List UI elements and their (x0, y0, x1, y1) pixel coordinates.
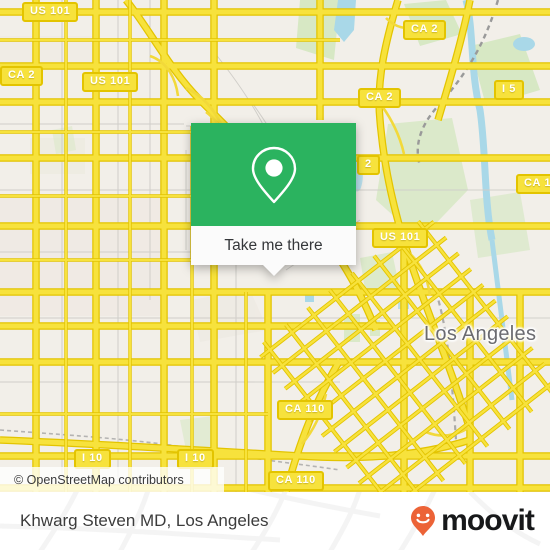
highway-shield: CA 2 (403, 20, 447, 40)
attribution-text: © OpenStreetMap contributors (14, 472, 184, 487)
map-city-label: Los Angeles (424, 323, 537, 345)
highway-shield: CA 110 (277, 400, 333, 420)
highway-shield: US 101 (82, 72, 139, 92)
location-popup-card[interactable]: Take me there (191, 123, 356, 276)
popup-pointer-tail (262, 265, 285, 276)
highway-shield: CA 2 (0, 66, 44, 86)
highway-shield: I 10 (74, 449, 111, 469)
moovit-logo[interactable]: moovit (406, 504, 535, 538)
highway-shield: US 101 (22, 2, 79, 22)
screenshot-root: Los Angeles US 101 CA 2 CA 2 US 101 CA 2 I 5 2… (0, 0, 550, 550)
popup-pin-area (191, 123, 356, 226)
take-me-there-label: Take me there (224, 236, 323, 254)
highway-shield: US 101 (372, 228, 429, 248)
popup-action-bar[interactable]: Take me there (191, 226, 356, 265)
highway-shield: I 10 (177, 449, 214, 469)
page-title: Khwarg Steven MD, Los Angeles (20, 511, 269, 530)
highway-shield: I 5 (494, 80, 525, 100)
moovit-wordmark: moovit (441, 504, 535, 537)
page-footer: Khwarg Steven MD, Los Angeles moovit (0, 492, 550, 550)
highway-shield: CA 2 (358, 88, 402, 108)
moovit-smiley-pin-icon (411, 506, 436, 536)
highway-shield: CA 110 (268, 471, 324, 491)
map-attribution[interactable]: © OpenStreetMap contributors (0, 467, 224, 492)
map-pin-icon (251, 146, 296, 203)
highway-shield: 2 (357, 155, 380, 175)
highway-shield: CA 110 (516, 174, 550, 194)
